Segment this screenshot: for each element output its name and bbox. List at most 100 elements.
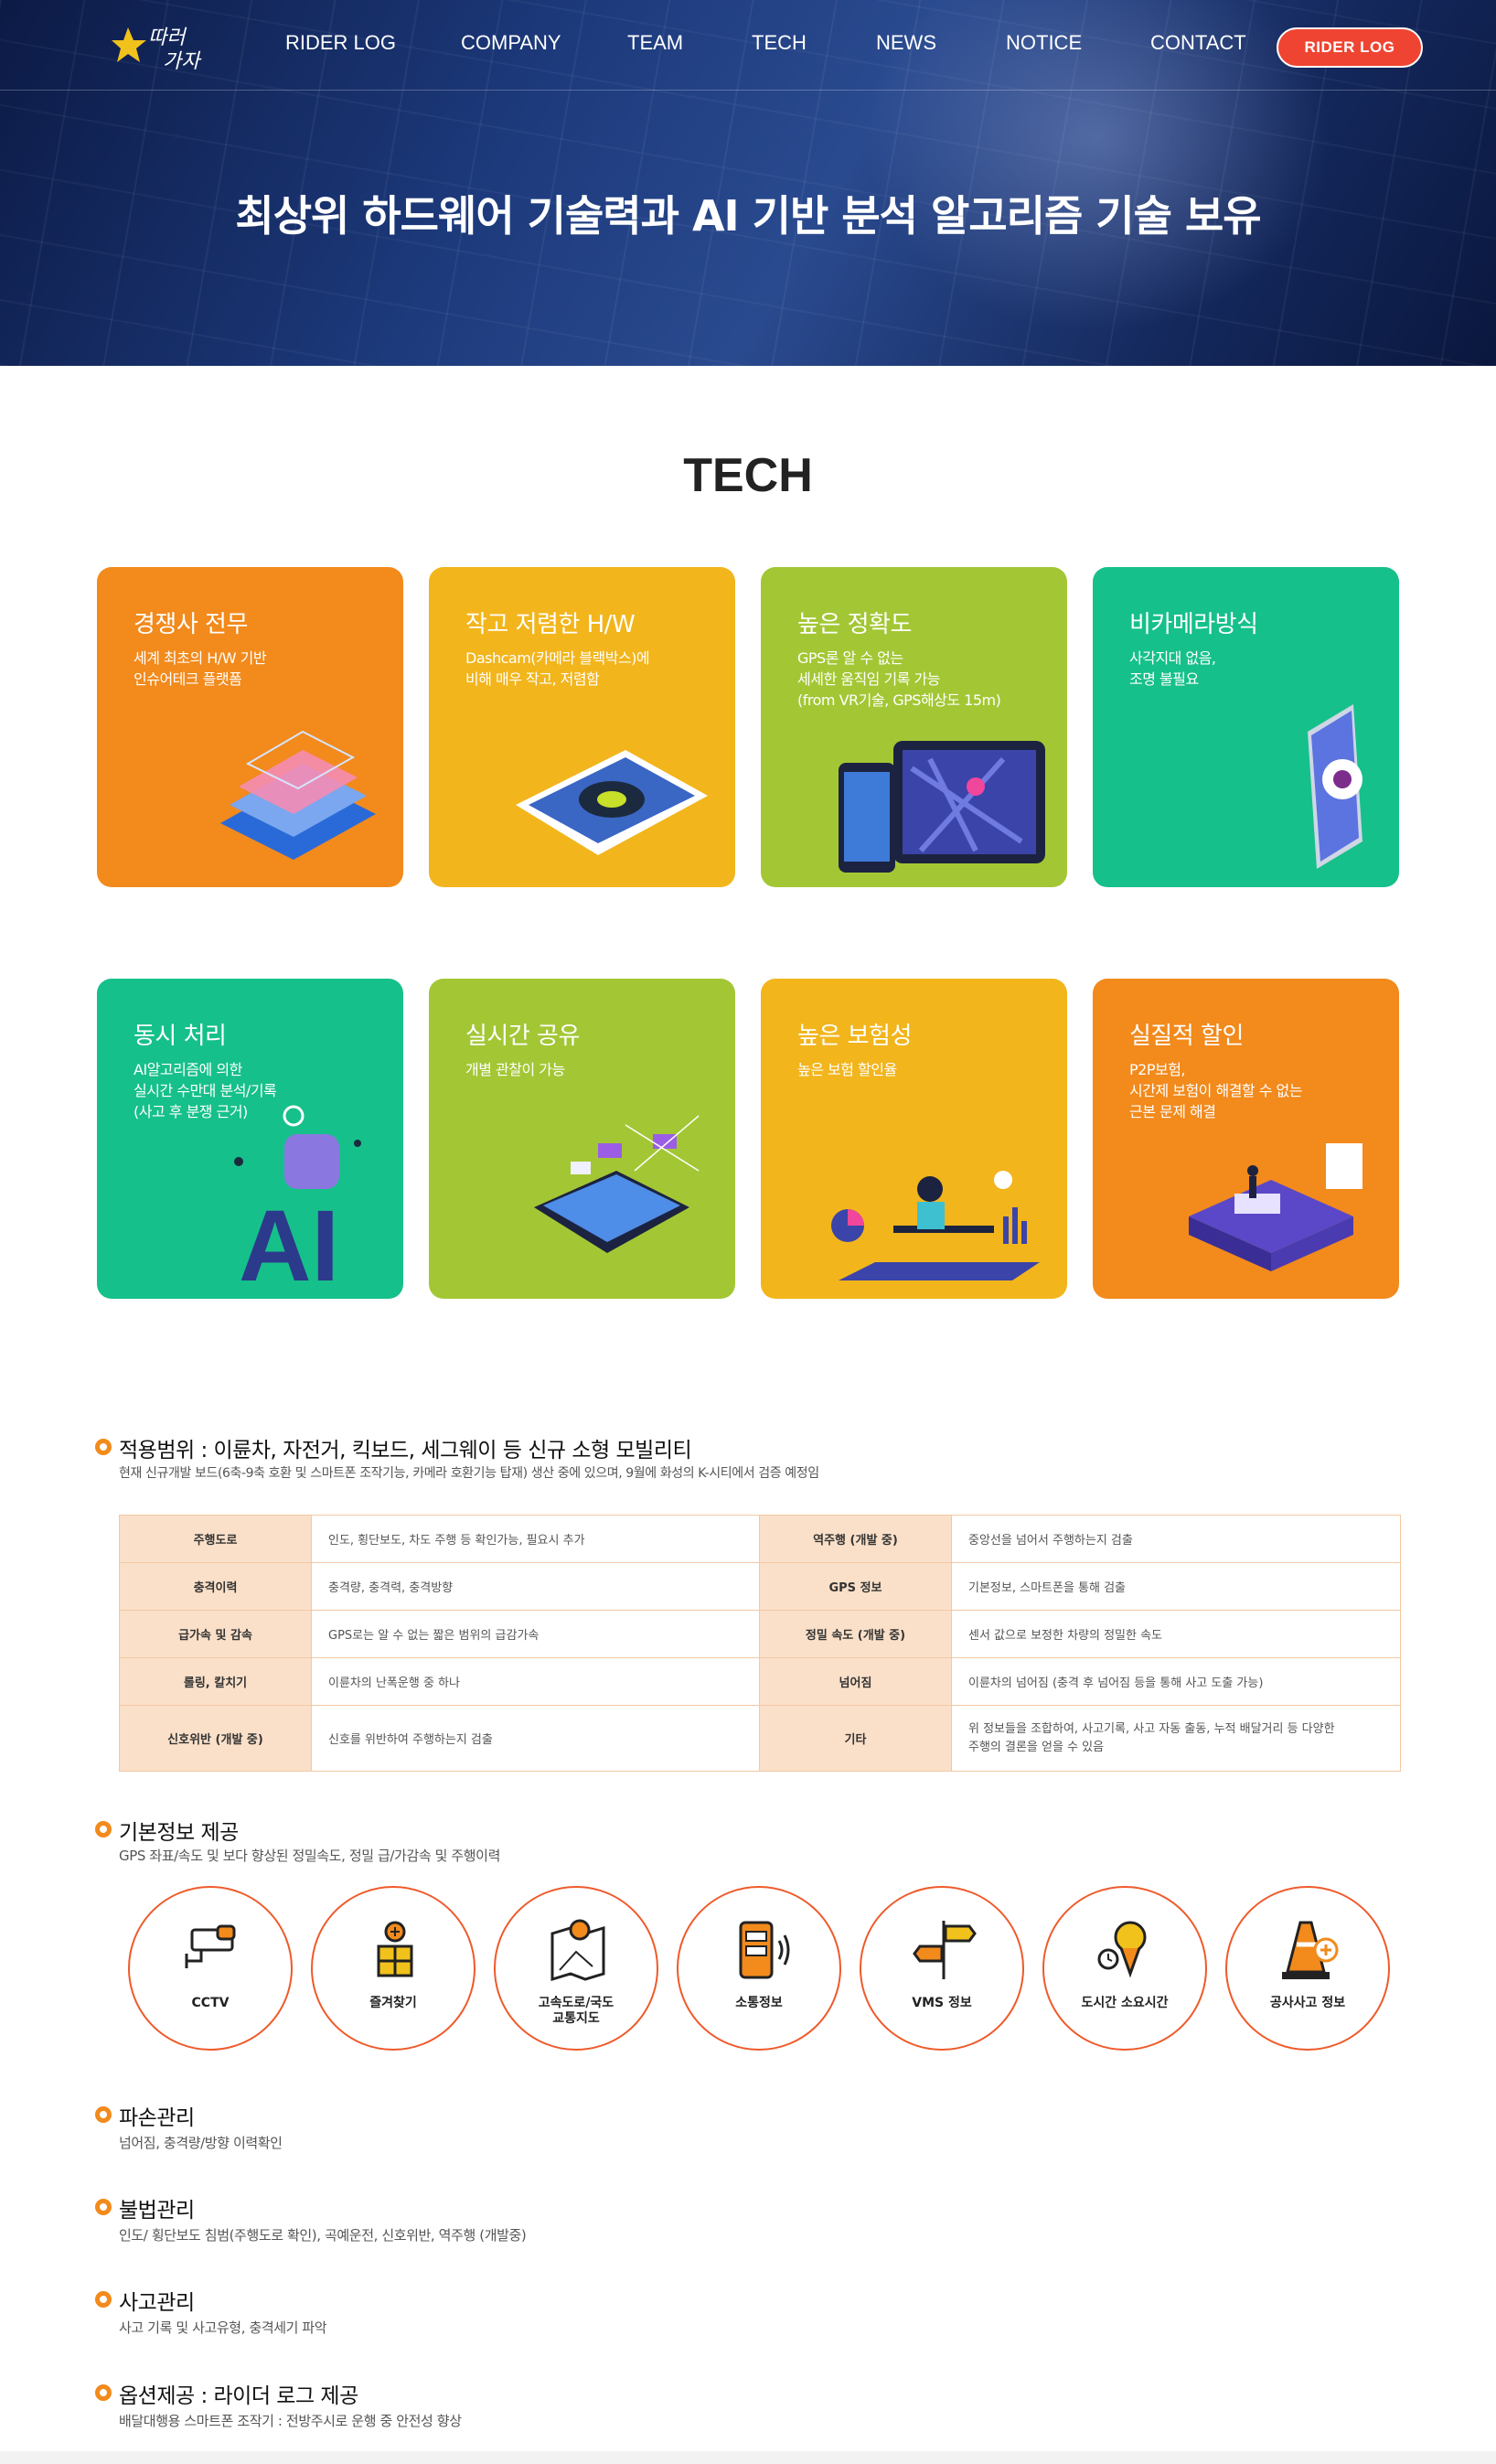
rider-log-button[interactable]: RIDER LOG xyxy=(1277,27,1423,68)
table-value: 중앙선을 넘어서 주행하는지 검출 xyxy=(951,1515,1401,1563)
data-platform-illustration-icon xyxy=(1189,1143,1362,1271)
tech-card-insurance: 높은 보험성 높은 보험 할인율 xyxy=(761,979,1067,1299)
table-value: 이륜차의 넘어짐 (충격 후 넘어짐 등을 통해 사고 도출 가능) xyxy=(951,1657,1401,1706)
hero-banner: 따러 가자 RIDER LOG COMPANY TEAM TECH NEWS N… xyxy=(0,0,1496,366)
tech-card-accuracy: 높은 정확도 GPS론 알 수 없는 세세한 움직임 기록 가능 (from V… xyxy=(761,567,1067,887)
traffic-cone-icon xyxy=(1282,1921,1339,1979)
table-row: 주행도로 인도, 횡단보도, 차도 주행 등 확인가능, 필요시 추가 역주행 … xyxy=(119,1515,1401,1563)
nav-notice[interactable]: NOTICE xyxy=(1006,31,1082,55)
card-title: 실시간 공유 xyxy=(465,1023,580,1050)
tech-card-realtime-share: 실시간 공유 개별 관찰이 가능 xyxy=(429,979,735,1299)
section-desc: 사고 기록 및 사고유형, 충격세기 파악 xyxy=(119,2319,327,2336)
hero-title: 최상위 하드웨어 기술력과 AI 기반 분석 알고리즘 기술 보유 xyxy=(235,191,1261,241)
table-key: 역주행 (개발 중) xyxy=(759,1515,952,1563)
info-item-construction[interactable]: 공사사고 정보 xyxy=(1225,1886,1390,2051)
table-key: 급가속 및 감속 xyxy=(119,1610,312,1658)
card-title: 동시 처리 xyxy=(134,1023,227,1050)
bullet-icon xyxy=(95,1439,112,1455)
phone-camera-illustration-icon xyxy=(1308,704,1362,869)
nav-rider-log[interactable]: RIDER LOG xyxy=(285,31,396,55)
table-key: 충격이력 xyxy=(119,1562,312,1611)
section-desc: 배달대행용 스마트폰 조작기 : 전방주시로 운행 중 안전성 향상 xyxy=(119,2413,462,2429)
card-desc: 세계 최초의 H/W 기반 인슈어테크 플랫폼 xyxy=(134,649,267,688)
card-title: 높은 정확도 xyxy=(797,611,912,638)
nav-contact[interactable]: CONTACT xyxy=(1150,31,1246,55)
card-desc: 개별 관찰이 가능 xyxy=(465,1061,565,1078)
card-desc: 높은 보험 할인율 xyxy=(797,1061,897,1078)
table-key: 정밀 속도 (개발 중) xyxy=(759,1610,952,1658)
table-row: 급가속 및 감속 GPS로는 알 수 없는 짧은 범위의 급감가속 정밀 속도 … xyxy=(119,1610,1401,1658)
card-title: 경쟁사 전무 xyxy=(134,611,248,638)
nav-team[interactable]: TEAM xyxy=(627,31,683,55)
bullet-icon xyxy=(95,2199,112,2215)
table-value: 센서 값으로 보정한 차량의 정밀한 속도 xyxy=(951,1610,1401,1658)
nav-divider xyxy=(0,90,1496,91)
table-value: 충격량, 충격력, 충격방향 xyxy=(311,1562,760,1611)
bullet-icon xyxy=(95,2106,112,2123)
info-item-vms[interactable]: VMS 정보 xyxy=(860,1886,1024,2051)
table-key: GPS 정보 xyxy=(759,1562,952,1611)
table-value: GPS로는 알 수 없는 짧은 범위의 급감가속 xyxy=(311,1610,760,1658)
tech-card-competition: 경쟁사 전무 세계 최초의 H/W 기반 인슈어테크 플랫폼 xyxy=(97,567,403,887)
signpost-icon xyxy=(913,1921,977,1979)
section-desc: 인도/ 횡단보도 침범(주행도로 확인), 곡예운전, 신호위반, 역주행 (개… xyxy=(119,2227,527,2244)
info-item-travel-time[interactable]: 도시간 소요시간 xyxy=(1042,1886,1207,2051)
tech-card-small-hw: 작고 저렴한 H/W Dashcam(카메라 블랙박스)에 비해 매우 작고, … xyxy=(429,567,735,887)
map-pin-icon xyxy=(377,1921,413,1977)
svg-text:AI: AI xyxy=(239,1190,339,1290)
tech-card-concurrent: 동시 처리 AI알고리즘에 의한 실시간 수만대 분석/기록 (사고 후 분쟁 … xyxy=(97,979,403,1299)
info-item-favorites[interactable]: 즐겨찾기 xyxy=(311,1886,476,2051)
map-tablet-illustration-icon xyxy=(839,741,1045,873)
table-value: 신호를 위반하여 주행하는지 검출 xyxy=(311,1705,760,1772)
info-item-label: 도시간 소요시간 xyxy=(1081,1996,1169,2010)
table-key: 넘어짐 xyxy=(759,1657,952,1706)
section-desc: 현재 신규개발 보드(6축-9축 호환 및 스마트폰 조작기능, 카메라 호환기… xyxy=(119,1466,819,1481)
table-key: 롤링, 칼치기 xyxy=(119,1657,312,1706)
bullet-icon xyxy=(95,2291,112,2308)
table-key: 신호위반 (개발 중) xyxy=(119,1705,312,1772)
section-heading: 기본정보 제공 xyxy=(119,1821,239,1845)
tech-section-title: TECH xyxy=(683,449,813,502)
table-key: 주행도로 xyxy=(119,1515,312,1563)
phone-apps-illustration-icon xyxy=(534,1115,700,1253)
section-heading: 적용범위 : 이륜차, 자전거, 킥보드, 세그웨이 등 신규 소형 모빌리티 xyxy=(119,1439,692,1462)
nav-company[interactable]: COMPANY xyxy=(461,31,561,55)
section-heading: 파손관리 xyxy=(119,2106,195,2130)
info-item-label: 공사사고 정보 xyxy=(1269,1996,1346,2010)
nav-tech[interactable]: TECH xyxy=(752,31,807,55)
nav-news[interactable]: NEWS xyxy=(876,31,936,55)
info-item-label: VMS 정보 xyxy=(912,1996,972,2010)
tech-card-non-camera: 비카메라방식 사각지대 없음, 조명 불필요 xyxy=(1093,567,1399,887)
phone-signal-icon xyxy=(739,1921,790,1979)
main-navigation: RIDER LOG COMPANY TEAM TECH NEWS NOTICE … xyxy=(0,31,1496,59)
platform-illustration-icon xyxy=(220,730,376,860)
table-row: 롤링, 칼치기 이륜차의 난폭운행 중 하나 넘어짐 이륜차의 넘어짐 (충격 … xyxy=(119,1657,1401,1706)
info-item-label: CCTV xyxy=(191,1996,230,2010)
info-item-label: 고속도로/국도 교통지도 xyxy=(538,1996,614,2026)
table-row: 신호위반 (개발 중) 신호를 위반하여 주행하는지 검출 기타 위 정보들을 … xyxy=(119,1705,1401,1772)
card-title: 작고 저렴한 H/W xyxy=(465,611,636,638)
table-value: 위 정보들을 조합하여, 사고기록, 사고 자동 출동, 누적 배달거리 등 다… xyxy=(951,1705,1401,1772)
card-desc: Dashcam(카메라 블랙박스)에 비해 매우 작고, 저렴함 xyxy=(465,649,650,688)
section-heading: 옵션제공 : 라이더 로그 제공 xyxy=(119,2384,358,2408)
bullet-icon xyxy=(95,2384,112,2401)
section-desc: GPS 좌표/속도 및 보다 향상된 정밀속도, 정밀 급/가감속 및 주행이력 xyxy=(119,1848,500,1864)
card-title: 비카메라방식 xyxy=(1129,611,1258,638)
clock-pin-icon xyxy=(1097,1921,1147,1978)
section-heading: 불법관리 xyxy=(119,2199,195,2223)
table-row: 충격이력 충격량, 충격력, 충격방향 GPS 정보 기본정보, 스마트폰을 통… xyxy=(119,1562,1401,1611)
table-value: 이륜차의 난폭운행 중 하나 xyxy=(311,1657,760,1706)
info-item-cctv[interactable]: CCTV xyxy=(128,1886,293,2051)
table-value: 기본정보, 스마트폰을 통해 검출 xyxy=(951,1562,1401,1611)
road-map-icon xyxy=(550,1919,605,1982)
ai-robot-illustration-icon: AI xyxy=(234,1105,361,1290)
info-item-label: 소통정보 xyxy=(735,1996,783,2010)
table-key: 기타 xyxy=(759,1705,952,1772)
card-desc: 사각지대 없음, 조명 불필요 xyxy=(1129,649,1216,688)
footer-strip xyxy=(0,2451,1496,2464)
info-item-traffic-info[interactable]: 소통정보 xyxy=(677,1886,841,2051)
info-item-traffic-map[interactable]: 고속도로/국도 교통지도 xyxy=(494,1886,658,2051)
cctv-icon xyxy=(185,1924,236,1968)
feature-table: 주행도로 인도, 횡단보도, 차도 주행 등 확인가능, 필요시 추가 역주행 … xyxy=(119,1515,1401,1772)
section-desc: 넘어짐, 충격량/방향 이력확인 xyxy=(119,2135,283,2151)
